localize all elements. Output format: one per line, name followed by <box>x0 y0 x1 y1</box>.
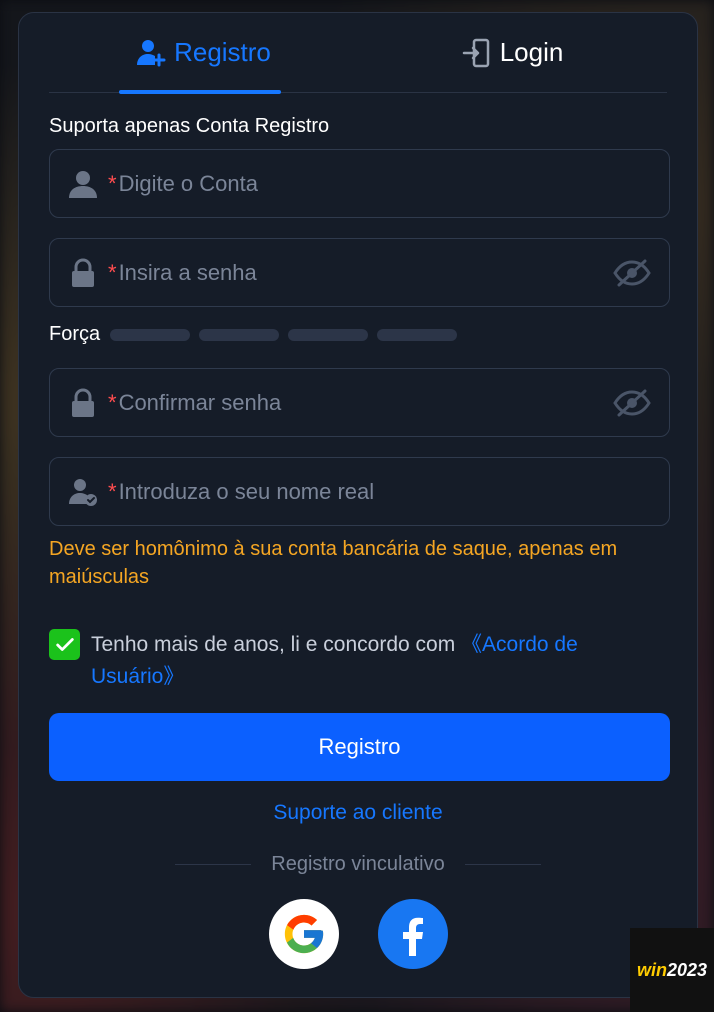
customer-support-link[interactable]: Suporte ao cliente <box>19 801 697 825</box>
required-mark: * <box>108 389 117 415</box>
auth-tabs: Registro Login <box>49 13 667 94</box>
required-mark: * <box>108 259 117 285</box>
strength-label: Força <box>49 323 101 345</box>
register-modal: Registro Login Suporta apenas Conta Regi… <box>18 12 698 998</box>
account-field[interactable]: * <box>49 149 670 218</box>
lock-icon <box>68 388 98 418</box>
facebook-login-button[interactable] <box>378 899 448 969</box>
strength-segment <box>377 328 458 341</box>
bind-divider: Registro vinculativo <box>175 853 542 876</box>
account-input[interactable] <box>118 170 669 197</box>
strength-segment <box>199 328 280 341</box>
divider-line <box>175 864 252 865</box>
password-field[interactable]: * <box>49 238 670 307</box>
divider-line <box>464 864 542 865</box>
real-name-field[interactable]: * <box>49 457 670 526</box>
password-input[interactable] <box>118 259 613 286</box>
google-icon <box>284 914 324 954</box>
check-icon <box>55 637 74 651</box>
eye-off-icon[interactable] <box>613 258 651 288</box>
user-icon <box>68 169 98 199</box>
password-strength: Força <box>49 323 466 346</box>
tab-label: Registro <box>174 37 271 67</box>
tab-login[interactable]: Login <box>358 13 667 92</box>
real-name-input[interactable] <box>118 478 669 505</box>
agreement-checkbox[interactable] <box>49 629 80 660</box>
tab-label: Login <box>499 37 564 67</box>
eye-off-icon[interactable] <box>613 388 651 418</box>
subtitle: Suporta apenas Conta Registro <box>49 115 330 137</box>
tab-registro[interactable]: Registro <box>49 13 358 94</box>
real-name-hint: Deve ser homônimo à sua conta bancária d… <box>49 538 618 588</box>
facebook-icon <box>403 917 423 956</box>
logo-part-win: win <box>636 959 667 980</box>
agreement-label: Tenho mais de anos, li e concordo com <box>91 633 462 656</box>
strength-segment <box>110 328 191 341</box>
logo-part-year: 2023 <box>666 959 708 980</box>
door-enter-icon <box>462 38 492 68</box>
required-mark: * <box>108 170 117 196</box>
confirm-password-field[interactable]: * <box>49 368 670 437</box>
strength-segment <box>288 328 369 341</box>
bind-label: Registro vinculativo <box>271 853 445 875</box>
lock-icon <box>68 258 98 288</box>
google-login-button[interactable] <box>269 899 339 969</box>
agreement-text: Tenho mais de anos, li e concordo com 《A… <box>91 629 649 693</box>
register-button[interactable]: Registro <box>49 713 670 781</box>
user-check-icon <box>68 477 98 507</box>
confirm-password-input[interactable] <box>118 389 613 416</box>
agreement-row: Tenho mais de anos, li e concordo com 《A… <box>49 629 649 693</box>
win2023-logo: win 2023 <box>630 928 714 1012</box>
required-mark: * <box>108 478 117 504</box>
user-plus-icon <box>136 38 166 68</box>
